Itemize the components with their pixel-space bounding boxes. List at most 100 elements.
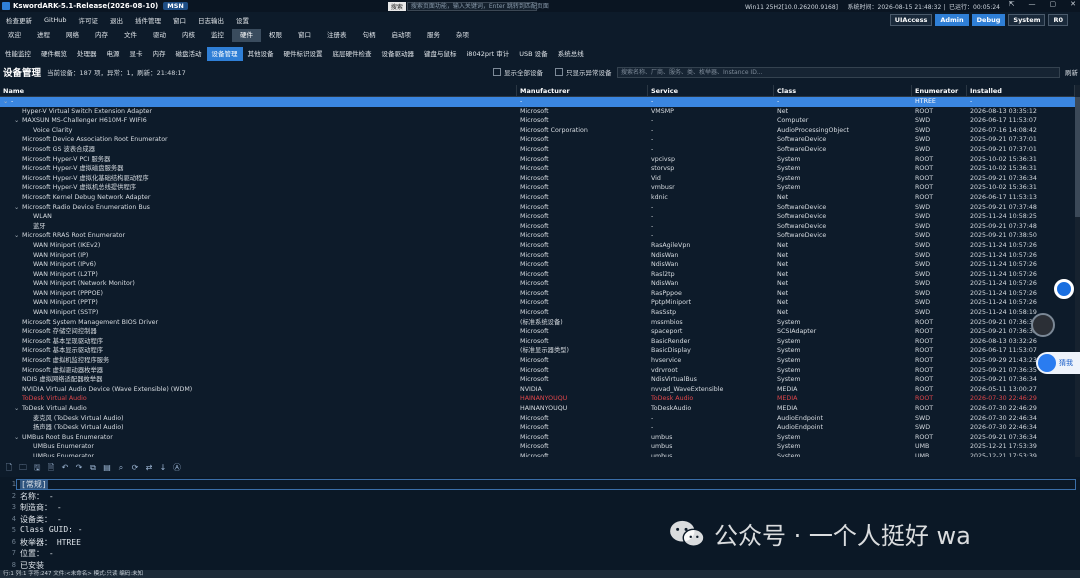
tab-main-4[interactable]: 文件 [116,29,145,42]
tab-main-5[interactable]: 驱动 [145,29,174,42]
tab-main-9[interactable]: 权限 [261,29,290,42]
table-row[interactable]: WAN Miniport (IKEv2) Microsoft RasAgileVpn… [0,241,1075,251]
table-row[interactable]: ⌄ Microsoft Radio Device Enumeration Bus M… [0,203,1075,213]
table-row[interactable]: Microsoft Hyper-V 虚拟化基础结构驱动程序 Microsoft Vi… [0,174,1075,184]
tab-main-7[interactable]: 监控 [203,29,232,42]
save-as-icon[interactable]: 🗎 [46,463,56,473]
table-row[interactable]: WAN Miniport (PPPOE) Microsoft RasPppoe Net… [0,289,1075,299]
menu-log-output[interactable]: 日志输出 [192,15,230,25]
tab-main-12[interactable]: 句柄 [355,29,384,42]
table-row[interactable]: WAN Miniport (Network Monitor) Microsoft N… [0,279,1075,289]
tab-hardware-8[interactable]: 其他设备 [243,47,279,61]
refresh-button[interactable]: 刷新 [1065,67,1078,77]
table-row[interactable]: Microsoft 虚拟机监控程序服务 Microsoft hvservice Sys… [0,356,1075,366]
undo-icon[interactable]: ↶ [60,463,70,473]
expand-chevron-icon[interactable]: ⌄ [14,231,22,241]
tab-main-10[interactable]: 窗口 [290,29,319,42]
tab-main-8[interactable]: 硬件 [232,29,261,42]
table-row[interactable]: ⌄ - - - - HTREE - [0,97,1075,107]
search-scope-button[interactable]: 搜索 [387,1,406,11]
expand-chevron-icon[interactable]: ⌄ [14,116,22,126]
table-row[interactable]: Microsoft Kernel Debug Network Adapter Mi… [0,193,1075,203]
replace-icon[interactable]: ⟳ [130,463,140,473]
scroll-thumb[interactable] [1075,97,1080,217]
column-manufacturer[interactable]: Manufacturer [517,85,648,96]
font-icon[interactable]: Ⓐ [172,463,182,473]
table-row[interactable]: ⌄ ToDesk Virtual Audio HAINANYOUQU ToDeskAu… [0,404,1075,414]
close-icon[interactable]: ✕ [1070,0,1076,8]
menu-plugins[interactable]: 插件管理 [129,15,167,25]
find-icon[interactable]: ⌕ [116,463,126,473]
tab-hardware-0[interactable]: 性能监控 [0,47,36,61]
floating-side-panel[interactable]: 猜我 [1036,352,1080,374]
tab-hardware-13[interactable]: i8042prt 审计 [462,47,515,61]
expand-chevron-icon[interactable]: ⌄ [14,203,22,213]
table-row[interactable]: UMBus Enumerator Microsoft umbus System UMB 2… [0,442,1075,452]
expand-chevron-icon[interactable]: ⌄ [14,404,22,414]
table-row[interactable]: Microsoft Hyper-V 虚拟磁盘服务器 Microsoft storvs… [0,164,1075,174]
download-icon[interactable]: ↓ [158,463,168,473]
tab-hardware-3[interactable]: 电源 [102,47,125,61]
column-installed[interactable]: Installed [967,85,1075,96]
table-row[interactable]: ⌄ MAXSUN MS-Challenger H610M-F WIFI6 Micro… [0,116,1075,126]
redo-icon[interactable]: ↷ [74,463,84,473]
table-row[interactable]: Microsoft Hyper-V PCI 服务器 Microsoft vpcivs… [0,155,1075,165]
global-search-input[interactable]: 搜索页面功能，输入关键词，Enter 跳转到匹配页面 [406,1,549,11]
table-row[interactable]: 麦克风 (ToDesk Virtual Audio) Microsoft - Audi… [0,414,1075,424]
table-row[interactable]: 扬声器 (ToDesk Virtual Audio) Microsoft - Audi… [0,423,1075,433]
copy-icon[interactable]: ⧉ [88,463,98,473]
table-row[interactable]: NDIS 虚拟网络适配器枚举器 Microsoft NdisVirtualBus Sy… [0,375,1075,385]
tab-hardware-10[interactable]: 底层硬件检查 [328,47,377,61]
floating-assistant-icon[interactable] [1054,279,1074,299]
tab-hardware-7[interactable]: 设备管理 [206,47,243,61]
tab-hardware-9[interactable]: 硬件标识设置 [279,47,328,61]
table-row[interactable]: Microsoft 虚拟驱动器枚举器 Microsoft vdrvroot Syste… [0,366,1075,376]
open-file-icon[interactable]: 🗀 [18,463,28,473]
tab-hardware-4[interactable]: 显卡 [125,47,148,61]
table-row[interactable]: WAN Miniport (PPTP) Microsoft PptpMiniport… [0,298,1075,308]
column-name[interactable]: Name [0,85,517,96]
table-row[interactable]: Microsoft 存储空间控制器 Microsoft spaceport SCSIA… [0,327,1075,337]
tab-main-1[interactable]: 进程 [29,29,58,42]
tab-main-6[interactable]: 内核 [174,29,203,42]
column-enumerator[interactable]: Enumerator [912,85,967,96]
table-row[interactable]: ToDesk Virtual Audio HAINANYOUQU ToDesk Au… [0,394,1075,404]
checkbox-box[interactable] [555,68,563,76]
paste-icon[interactable]: ▤ [102,463,112,473]
new-file-icon[interactable]: 🗋 [4,463,14,473]
checkbox-box[interactable] [493,68,501,76]
table-row[interactable]: WLAN Microsoft - SoftwareDevice SWD 2025-11-2… [0,212,1075,222]
table-row[interactable]: Microsoft Device Association Root Enumer… [0,135,1075,145]
table-row[interactable]: Microsoft GS 波表合成器 Microsoft - SoftwareDevi… [0,145,1075,155]
table-row[interactable]: WAN Miniport (SSTP) Microsoft RasSstp Net SW… [0,308,1075,318]
tab-hardware-6[interactable]: 磁盘活动 [171,47,207,61]
show-all-checkbox[interactable]: 显示全部设备 [493,67,543,77]
tab-main-0[interactable]: 欢迎 [0,29,29,42]
table-row[interactable]: NVIDIA Virtual Audio Device (Wave Extens… [0,385,1075,395]
tab-hardware-1[interactable]: 硬件概览 [36,47,72,61]
table-row[interactable]: Microsoft 基本显示驱动程序 (标准显示器类型) BasicDisplay S… [0,346,1075,356]
table-row[interactable]: WAN Miniport (IPv6) Microsoft NdisWan Net SW… [0,260,1075,270]
tab-main-3[interactable]: 内存 [87,29,116,42]
minimize-icon[interactable]: — [1029,0,1036,8]
msn-badge[interactable]: MSN [163,2,188,10]
tab-main-2[interactable]: 网络 [58,29,87,42]
menu-window[interactable]: 窗口 [167,15,192,25]
floating-tool-icon[interactable] [1031,313,1055,337]
tab-hardware-15[interactable]: 系统总线 [553,47,589,61]
tab-hardware-14[interactable]: USB 设备 [514,47,552,61]
menu-license[interactable]: 许可证 [73,15,105,25]
table-row[interactable]: UMBus Enumerator Microsoft umbus System UMB 2… [0,452,1075,457]
table-row[interactable]: Voice Clarity Microsoft Corporation - Audio… [0,126,1075,136]
menu-exit[interactable]: 退出 [104,15,129,25]
tab-hardware-11[interactable]: 设备驱动器 [377,47,420,61]
tab-main-15[interactable]: 杂项 [448,29,477,42]
table-row[interactable]: ⌄ Microsoft RRAS Root Enumerator Microsoft… [0,231,1075,241]
expand-chevron-icon[interactable]: ⌄ [14,433,22,443]
menu-github[interactable]: GitHub [38,16,73,24]
table-row[interactable]: Microsoft 基本呈现驱动程序 Microsoft BasicRender Sy… [0,337,1075,347]
goto-icon[interactable]: ⇄ [144,463,154,473]
save-icon[interactable]: 🖫 [32,463,42,473]
column-class[interactable]: Class [774,85,912,96]
tab-main-13[interactable]: 启动项 [384,29,420,42]
